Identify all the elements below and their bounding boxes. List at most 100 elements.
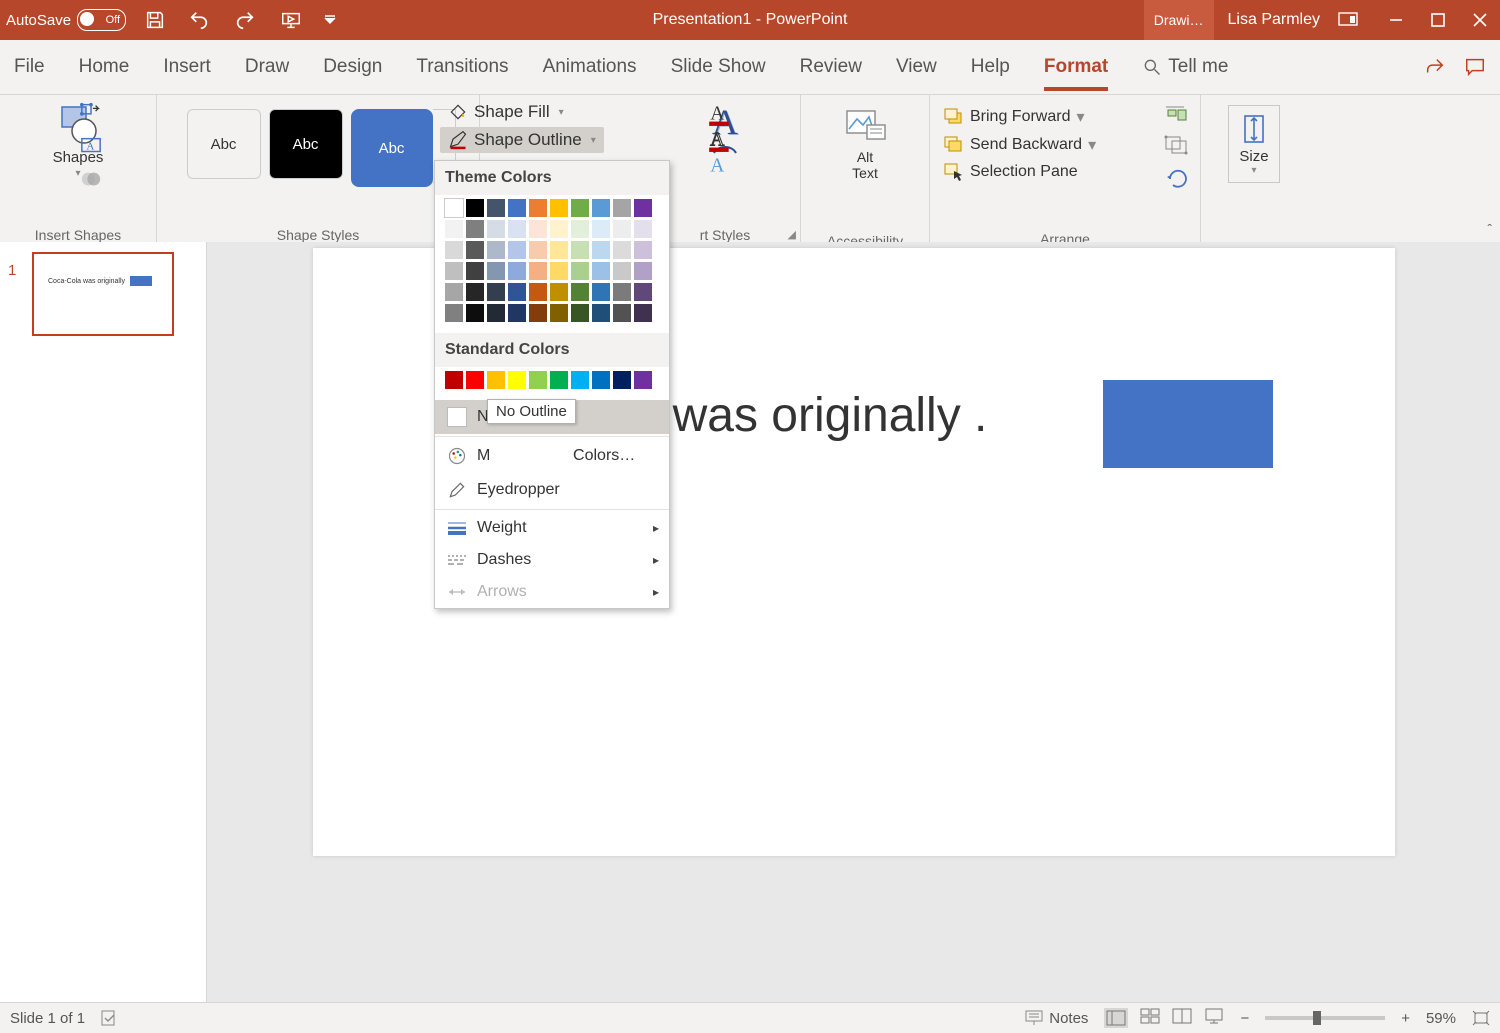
edit-shape-icon[interactable] <box>78 101 104 123</box>
color-swatch[interactable] <box>550 220 568 238</box>
color-swatch[interactable] <box>613 220 631 238</box>
maximize-icon[interactable] <box>1430 12 1446 28</box>
collapse-ribbon-icon[interactable]: ˆ <box>1487 221 1492 237</box>
color-swatch[interactable] <box>571 371 589 389</box>
slideshow-view-icon[interactable] <box>1204 1008 1224 1028</box>
slide-counter[interactable]: Slide 1 of 1 <box>10 1010 85 1027</box>
color-swatch[interactable] <box>508 199 526 217</box>
color-swatch[interactable] <box>508 220 526 238</box>
color-swatch[interactable] <box>487 220 505 238</box>
color-swatch[interactable] <box>592 283 610 301</box>
color-swatch[interactable] <box>466 283 484 301</box>
shape-outline-button[interactable]: Shape Outline▾ <box>440 127 604 153</box>
color-swatch[interactable] <box>571 304 589 322</box>
color-swatch[interactable] <box>634 283 652 301</box>
color-swatch[interactable] <box>445 220 463 238</box>
style-thumb-1[interactable]: Abc <box>187 109 261 179</box>
zoom-out-icon[interactable]: − <box>1240 1010 1249 1027</box>
zoom-slider[interactable] <box>1265 1016 1385 1020</box>
rotate-button[interactable] <box>1164 167 1192 189</box>
color-swatch[interactable] <box>592 241 610 259</box>
comments-icon[interactable] <box>1464 56 1486 78</box>
shape-style-gallery[interactable]: Abc Abc Abc <box>187 109 433 187</box>
tell-me-search[interactable]: Tell me <box>1142 56 1228 78</box>
color-swatch[interactable] <box>445 262 463 280</box>
color-swatch[interactable] <box>529 371 547 389</box>
merge-shapes-icon[interactable] <box>78 169 104 191</box>
color-swatch[interactable] <box>487 304 505 322</box>
color-swatch[interactable] <box>571 220 589 238</box>
color-swatch[interactable] <box>592 371 610 389</box>
autosave-switch[interactable]: Off <box>77 9 126 31</box>
color-swatch[interactable] <box>508 304 526 322</box>
color-swatch[interactable] <box>445 371 463 389</box>
selected-rectangle-shape[interactable] <box>1103 380 1273 468</box>
color-swatch[interactable] <box>634 304 652 322</box>
color-swatch[interactable] <box>508 283 526 301</box>
tab-format[interactable]: Format <box>1044 52 1108 82</box>
color-swatch[interactable] <box>550 262 568 280</box>
send-backward-button[interactable]: Send Backward▾ <box>940 131 1100 159</box>
color-swatch[interactable] <box>487 262 505 280</box>
color-swatch[interactable] <box>445 199 463 217</box>
color-swatch[interactable] <box>613 304 631 322</box>
color-swatch[interactable] <box>592 220 610 238</box>
spell-check-icon[interactable] <box>101 1010 119 1026</box>
shape-fill-button[interactable]: Shape Fill▾ <box>440 99 604 125</box>
group-button[interactable] <box>1164 135 1192 157</box>
save-icon[interactable] <box>144 9 166 31</box>
tab-draw[interactable]: Draw <box>245 52 289 82</box>
share-icon[interactable] <box>1424 56 1446 78</box>
tab-help[interactable]: Help <box>971 52 1010 82</box>
color-swatch[interactable] <box>613 371 631 389</box>
color-swatch[interactable] <box>445 304 463 322</box>
qat-customize-icon[interactable] <box>324 14 336 26</box>
zoom-level[interactable]: 59% <box>1426 1010 1456 1027</box>
tab-view[interactable]: View <box>896 52 937 82</box>
tab-design[interactable]: Design <box>323 52 382 82</box>
style-thumb-2[interactable]: Abc <box>269 109 343 179</box>
color-swatch[interactable] <box>613 283 631 301</box>
color-swatch[interactable] <box>445 283 463 301</box>
text-box-icon[interactable]: A <box>78 135 104 157</box>
color-swatch[interactable] <box>550 304 568 322</box>
color-swatch[interactable] <box>550 371 568 389</box>
color-swatch[interactable] <box>550 241 568 259</box>
slideshow-from-start-icon[interactable] <box>278 9 304 31</box>
color-swatch[interactable] <box>634 199 652 217</box>
color-swatch[interactable] <box>445 241 463 259</box>
tab-transitions[interactable]: Transitions <box>416 52 508 82</box>
color-swatch[interactable] <box>571 199 589 217</box>
color-swatch[interactable] <box>529 283 547 301</box>
autosave-toggle[interactable]: AutoSave Off <box>6 9 126 31</box>
color-swatch[interactable] <box>634 262 652 280</box>
selection-pane-button[interactable]: Selection Pane <box>940 159 1082 185</box>
color-swatch[interactable] <box>550 283 568 301</box>
color-swatch[interactable] <box>613 241 631 259</box>
tab-slideshow[interactable]: Slide Show <box>671 52 766 82</box>
tab-insert[interactable]: Insert <box>163 52 211 82</box>
tab-file[interactable]: File <box>14 52 45 82</box>
text-outline-icon[interactable]: A <box>706 127 734 153</box>
color-swatch[interactable] <box>634 371 652 389</box>
user-name[interactable]: Lisa Parmley <box>1228 11 1320 29</box>
color-swatch[interactable] <box>613 199 631 217</box>
alt-text-button[interactable]: Alt Text <box>843 105 887 181</box>
zoom-slider-knob[interactable] <box>1313 1011 1321 1025</box>
color-swatch[interactable] <box>634 241 652 259</box>
text-fill-icon[interactable]: A <box>706 101 734 127</box>
more-outline-colors-item[interactable]: More Outline Colors… <box>435 439 669 473</box>
color-swatch[interactable] <box>571 283 589 301</box>
color-swatch[interactable] <box>529 199 547 217</box>
fit-to-window-icon[interactable] <box>1472 1010 1490 1026</box>
color-swatch[interactable] <box>592 304 610 322</box>
color-swatch[interactable] <box>487 371 505 389</box>
close-icon[interactable] <box>1472 12 1488 28</box>
color-swatch[interactable] <box>508 262 526 280</box>
color-swatch[interactable] <box>508 241 526 259</box>
redo-icon[interactable] <box>232 9 258 31</box>
reading-view-icon[interactable] <box>1172 1008 1192 1028</box>
dialog-launcher-icon[interactable]: ◢ <box>788 228 796 241</box>
color-swatch[interactable] <box>487 283 505 301</box>
notes-button[interactable]: Notes <box>1025 1010 1088 1027</box>
